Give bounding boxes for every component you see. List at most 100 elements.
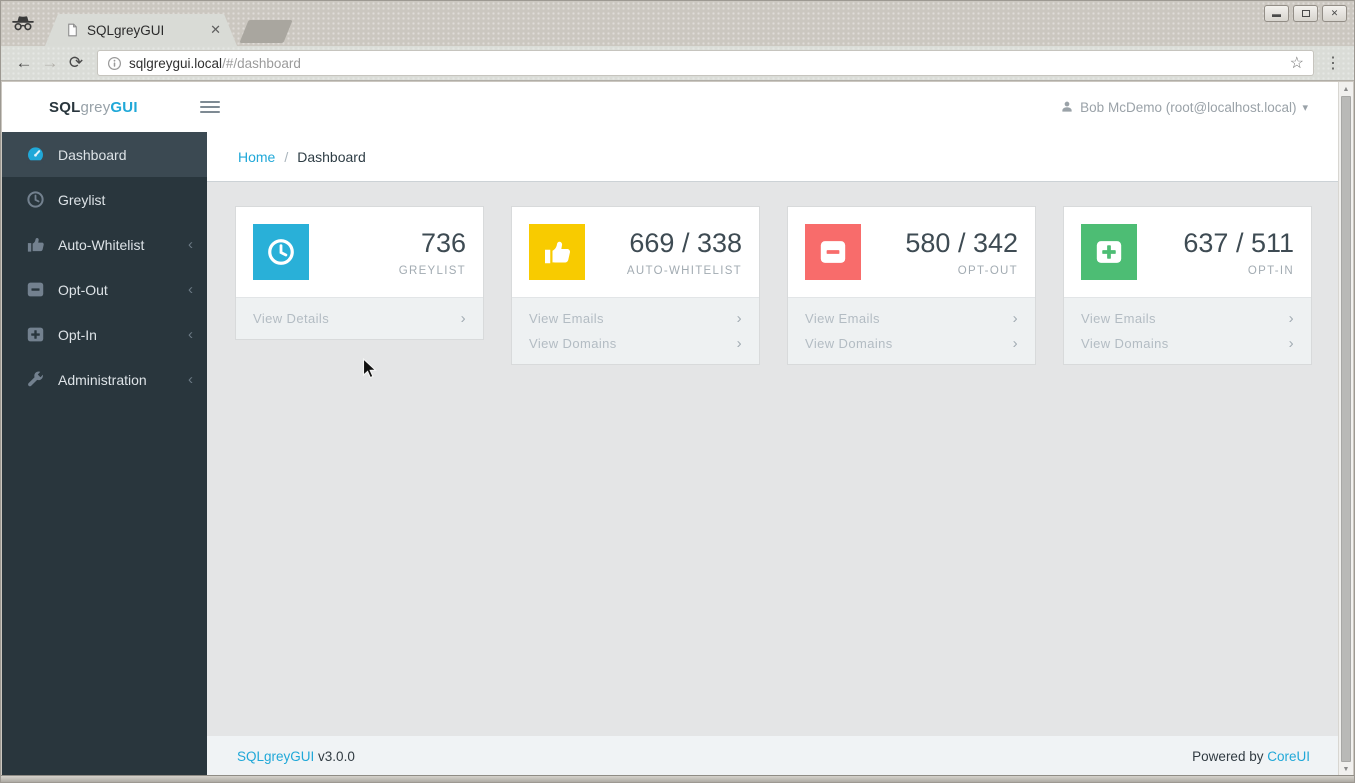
app-footer: SQLgreyGUI v3.0.0 Powered by CoreUI — [207, 736, 1340, 776]
clock-icon — [253, 224, 309, 280]
chevron-right-icon: › — [1288, 310, 1294, 327]
user-menu[interactable]: Bob McDemo (root@localhost.local) ▾ — [1060, 100, 1308, 115]
site-info-icon[interactable] — [107, 56, 122, 71]
thumbs-up-icon — [529, 224, 585, 280]
app-root: SQLgreyGUI Bob McDemo (root@localhost.lo… — [2, 82, 1340, 776]
breadcrumb-current: Dashboard — [297, 148, 366, 165]
sidebar-item-label: Auto-Whitelist — [58, 236, 145, 253]
reload-button[interactable]: ⟳ — [63, 53, 89, 73]
stat-value: 580 / 342 — [905, 227, 1018, 258]
main-area: Home / Dashboard 736 GREYLIST View Details… — [207, 132, 1340, 776]
address-bar[interactable]: sqlgreygui.local /#/dashboard ☆ — [97, 50, 1314, 76]
stat-value: 637 / 511 — [1183, 227, 1294, 258]
user-icon — [1060, 100, 1074, 114]
breadcrumb-separator: / — [284, 148, 289, 165]
bookmark-star-icon[interactable]: ☆ — [1290, 53, 1304, 73]
stat-label: AUTO-WHITELIST — [626, 264, 742, 277]
chevron-down-icon: ▾ — [1302, 101, 1308, 114]
app-logo[interactable]: SQLgreyGUI — [49, 99, 138, 116]
sidebar-item-greylist[interactable]: Greylist — [2, 177, 207, 222]
stat-value: 669 / 338 — [629, 227, 742, 258]
stat-card-opt-out: 580 / 342 OPT-OUT View Emails › View Domains… — [787, 206, 1036, 365]
sidebar-item-opt-out[interactable]: Opt-Out ‹ — [2, 267, 207, 312]
sidebar-item-label: Greylist — [58, 191, 106, 208]
sidebar-item-dashboard[interactable]: Dashboard — [2, 132, 207, 177]
stat-label: OPT-OUT — [957, 264, 1018, 277]
footer-app-link[interactable]: SQLgreyGUI — [237, 749, 314, 764]
sidebar-item-label: Dashboard — [58, 146, 127, 163]
new-tab-button[interactable] — [239, 20, 293, 43]
mouse-cursor — [362, 358, 377, 379]
card-footer: View Emails › View Domains › — [512, 297, 759, 364]
page-icon — [65, 22, 80, 38]
sidebar-toggle-icon[interactable] — [199, 101, 220, 113]
scroll-down-icon[interactable]: ▼ — [1339, 762, 1353, 776]
window-bottom-edge — [1, 775, 1354, 782]
user-name: Bob McDemo (root@localhost.local) — [1080, 99, 1297, 115]
sidebar: Dashboard Greylist Auto-Whitelist ‹ Opt-Out ‹… — [2, 132, 207, 776]
chevron-right-icon: › — [736, 335, 742, 352]
minus-square-icon — [805, 224, 861, 280]
plus-square-icon — [1081, 224, 1137, 280]
wrench-icon — [26, 370, 45, 389]
browser-toolbar: ← → ⟳ sqlgreygui.local /#/dashboard ☆ ⋮ — [1, 46, 1354, 81]
card-link[interactable]: View Emails › — [1081, 306, 1294, 331]
tab-title: SQLgreyGUI — [87, 22, 165, 38]
sidebar-item-administration[interactable]: Administration ‹ — [2, 357, 207, 402]
clock-icon — [26, 190, 45, 209]
footer-powered-by: Powered by — [1192, 748, 1264, 764]
minimize-button[interactable]: ▬ — [1264, 5, 1289, 22]
breadcrumb-home-link[interactable]: Home — [238, 149, 275, 165]
sidebar-item-label: Administration — [58, 371, 147, 388]
forward-button[interactable]: → — [37, 53, 63, 73]
chevron-right-icon: › — [460, 310, 466, 327]
chevron-right-icon: › — [736, 310, 742, 327]
sidebar-item-auto-whitelist[interactable]: Auto-Whitelist ‹ — [2, 222, 207, 267]
tachometer-icon — [26, 145, 45, 164]
chevron-left-icon: ‹ — [188, 236, 193, 253]
footer-coreui-link[interactable]: CoreUI — [1267, 749, 1310, 764]
browser-menu-icon[interactable]: ⋮ — [1322, 53, 1344, 73]
card-link[interactable]: View Emails › — [529, 306, 742, 331]
stat-label: OPT-IN — [1247, 264, 1294, 277]
back-button[interactable]: ← — [11, 53, 37, 73]
window-controls: ▬ ✕ — [1264, 5, 1347, 22]
card-link[interactable]: View Domains › — [529, 331, 742, 356]
url-domain: sqlgreygui.local — [129, 55, 223, 71]
stat-value: 736 — [420, 227, 466, 258]
tab-close-icon[interactable]: ✕ — [208, 22, 223, 38]
chevron-left-icon: ‹ — [188, 371, 193, 388]
chevron-left-icon: ‹ — [188, 326, 193, 343]
card-link[interactable]: View Emails › — [805, 306, 1018, 331]
chevron-right-icon: › — [1012, 310, 1018, 327]
sidebar-item-label: Opt-In — [58, 326, 97, 343]
browser-titlebar: SQLgreyGUI ✕ ▬ ✕ — [1, 1, 1354, 46]
scroll-up-icon[interactable]: ▲ — [1339, 82, 1353, 96]
stat-card-opt-in: 637 / 511 OPT-IN View Emails › View Domains › — [1063, 206, 1312, 365]
plus-square-icon — [26, 325, 45, 344]
card-footer: View Details › — [236, 297, 483, 339]
chevron-right-icon: › — [1012, 335, 1018, 352]
app-header: SQLgreyGUI Bob McDemo (root@localhost.lo… — [2, 82, 1340, 132]
chevron-left-icon: ‹ — [188, 281, 193, 298]
chevron-right-icon: › — [1288, 335, 1294, 352]
breadcrumb: Home / Dashboard — [207, 132, 1340, 182]
close-button[interactable]: ✕ — [1322, 5, 1347, 22]
stat-card-greylist: 736 GREYLIST View Details › — [235, 206, 484, 340]
dashboard-content: 736 GREYLIST View Details › 669 / 338 AUTO-WH… — [207, 182, 1340, 736]
page-scrollbar[interactable]: ▲ ▼ — [1338, 82, 1353, 776]
browser-tab[interactable]: SQLgreyGUI ✕ — [45, 14, 237, 46]
card-link[interactable]: View Domains › — [805, 331, 1018, 356]
footer-version: v3.0.0 — [318, 748, 355, 764]
card-link[interactable]: View Details › — [253, 306, 466, 331]
browser-window: SQLgreyGUI ✕ ▬ ✕ ← → ⟳ sqlgreygui.local … — [0, 0, 1355, 783]
stat-card-auto-whitelist: 669 / 338 AUTO-WHITELIST View Emails › View … — [511, 206, 760, 365]
incognito-icon — [10, 14, 36, 34]
url-path: /#/dashboard — [222, 55, 301, 71]
card-footer: View Emails › View Domains › — [788, 297, 1035, 364]
sidebar-item-label: Opt-Out — [58, 281, 108, 298]
scrollbar-thumb[interactable] — [1341, 96, 1351, 762]
card-link[interactable]: View Domains › — [1081, 331, 1294, 356]
sidebar-item-opt-in[interactable]: Opt-In ‹ — [2, 312, 207, 357]
maximize-button[interactable] — [1293, 5, 1318, 22]
